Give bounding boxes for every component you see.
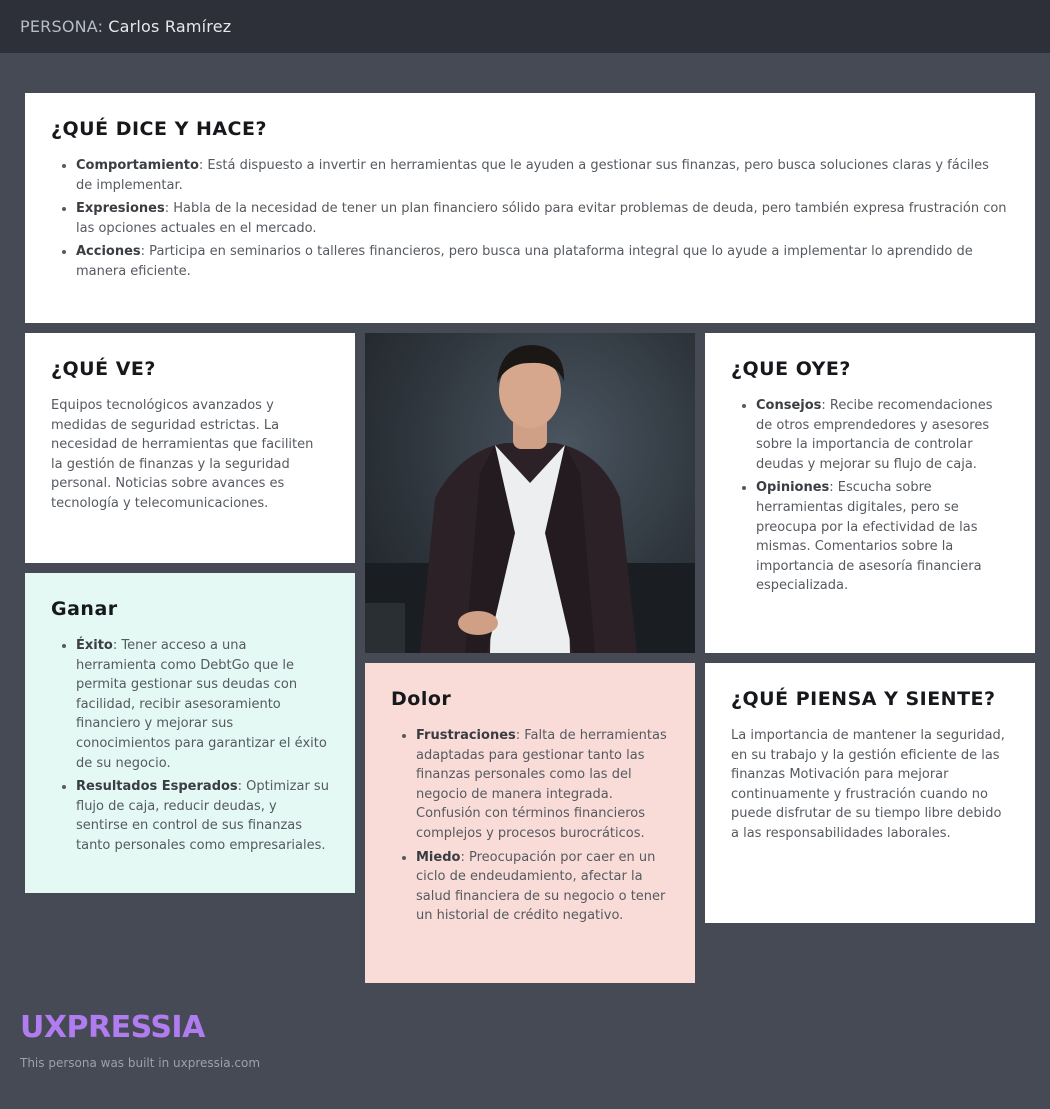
list-item: Consejos: Recibe recomendaciones de otro… [756,396,1009,474]
hears-list: Consejos: Recibe recomendaciones de otro… [731,396,1009,596]
list-item: Frustraciones: Falta de herramientas ada… [416,726,669,844]
person-illustration-icon [365,345,695,653]
header-bar: PERSONA: Carlos Ramírez [0,0,1050,53]
thinks-feels-card: ¿QUÉ PIENSA Y SIENTE? La importancia de … [705,663,1035,923]
footer-note: This persona was built in uxpressia.com [20,1056,261,1070]
gains-title: Ganar [51,598,118,620]
uxpressia-logo[interactable]: UXPRESSIA [20,1010,205,1045]
list-item: Opiniones: Escucha sobre herramientas di… [756,478,1009,596]
hears-title: ¿QUE OYE? [731,358,851,380]
sees-text: Equipos tecnológicos avanzados y medidas… [51,398,314,511]
list-item: Éxito: Tener acceso a una herramienta co… [76,636,329,773]
gains-list: Éxito: Tener acceso a una herramienta co… [51,636,329,856]
says-does-card: ¿QUÉ DICE Y HACE? Comportamiento: Está d… [25,93,1035,323]
thinks-feels-text: La importancia de mantener la seguridad,… [731,728,1005,841]
thinks-feels-title: ¿QUÉ PIENSA Y SIENTE? [731,688,996,710]
gains-card: Ganar Éxito: Tener acceso a una herramie… [25,573,355,893]
pains-title: Dolor [391,688,452,710]
says-does-list: Comportamiento: Está dispuesto a inverti… [51,156,1009,282]
persona-photo [365,333,695,653]
list-item: Comportamiento: Está dispuesto a inverti… [76,156,1009,195]
list-item: Acciones: Participa en seminarios o tall… [76,242,1009,281]
header-label: PERSONA: [20,17,104,36]
list-item: Resultados Esperados: Optimizar su flujo… [76,777,329,855]
hears-card: ¿QUE OYE? Consejos: Recibe recomendacion… [705,333,1035,653]
says-does-title: ¿QUÉ DICE Y HACE? [51,118,267,140]
list-item: Miedo: Preocupación por caer en un ciclo… [416,848,669,926]
list-item: Expresiones: Habla de la necesidad de te… [76,199,1009,238]
sees-title: ¿QUÉ VE? [51,358,156,380]
pains-card: Dolor Frustraciones: Falta de herramient… [365,663,695,983]
pains-list: Frustraciones: Falta de herramientas ada… [391,726,669,926]
persona-name: Carlos Ramírez [108,17,232,36]
sees-card: ¿QUÉ VE? Equipos tecnológicos avanzados … [25,333,355,563]
